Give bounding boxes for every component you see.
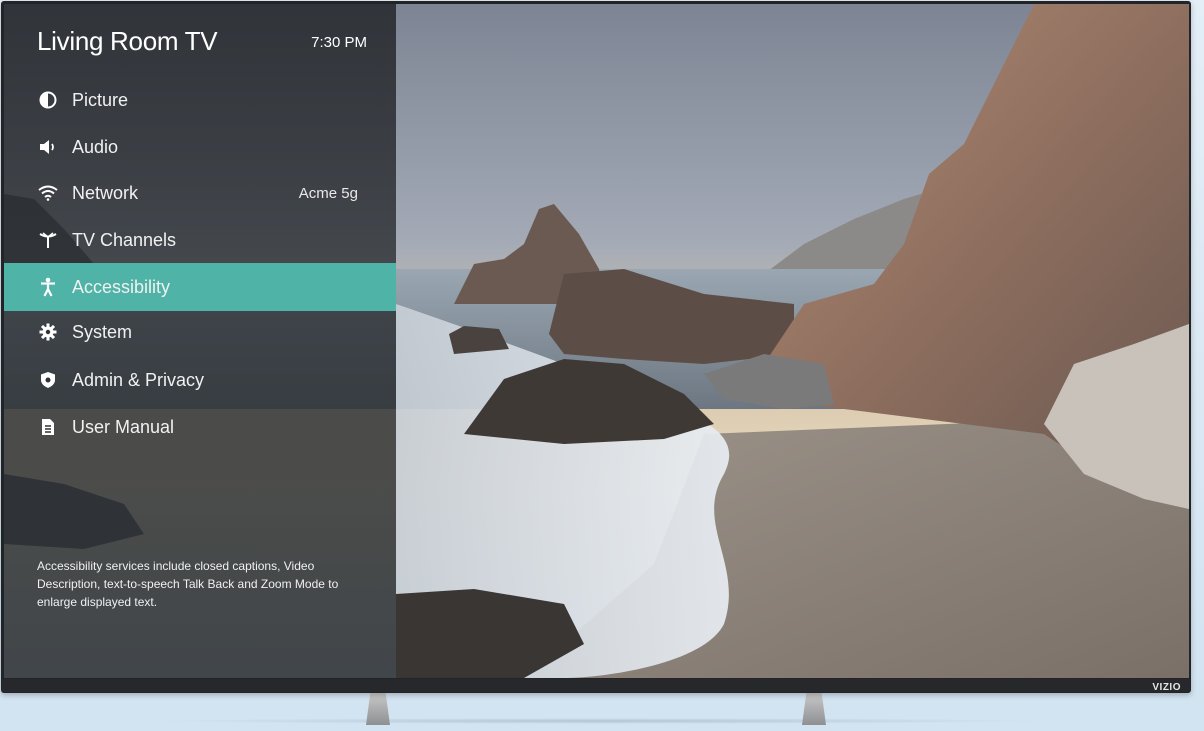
menu-item-audio[interactable]: Audio — [4, 124, 396, 170]
gear-icon — [38, 322, 58, 342]
clock: 7:30 PM — [311, 34, 367, 51]
menu-item-label: Audio — [72, 136, 119, 157]
menu-item-accessibility[interactable]: Accessibility — [4, 263, 396, 311]
menu-item-label: TV Channels — [72, 229, 177, 250]
tv-name-title: Living Room TV — [37, 26, 218, 56]
document-icon — [38, 417, 58, 437]
menu-item-label: Admin & Privacy — [72, 369, 205, 390]
menu-item-label: System — [72, 321, 133, 342]
accessibility-description: Accessibility services include closed ca… — [37, 559, 339, 609]
floor-shadow — [150, 718, 1050, 724]
menu-header: Living Room TV 7:30 PM — [37, 26, 367, 62]
menu-item-network[interactable]: Network Acme 5g — [4, 170, 396, 216]
brand-logo: VIZIO — [1152, 682, 1181, 693]
menu-item-system[interactable]: System — [4, 309, 396, 355]
tv-bottom-bezel: VIZIO — [2, 679, 1190, 693]
menu-item-label: Network — [72, 182, 139, 203]
shield-icon — [38, 370, 58, 390]
settings-menu-panel: Living Room TV 7:30 PM Picture Audio Net… — [4, 4, 396, 678]
menu-item-user-manual[interactable]: User Manual — [4, 404, 396, 450]
menu-item-admin-privacy[interactable]: Admin & Privacy — [4, 357, 396, 403]
wifi-icon — [38, 183, 58, 203]
menu-item-label: User Manual — [72, 416, 175, 437]
accessibility-icon — [38, 277, 58, 297]
speaker-icon — [38, 137, 58, 157]
menu-item-tv-channels[interactable]: TV Channels — [4, 217, 396, 263]
menu-item-label: Accessibility — [72, 276, 171, 297]
contrast-icon — [38, 90, 58, 110]
menu-item-label: Picture — [72, 89, 129, 110]
tv-screen: Living Room TV 7:30 PM Picture Audio Net… — [4, 4, 1189, 678]
antenna-icon — [38, 230, 58, 250]
network-name-value: Acme 5g — [298, 184, 358, 202]
television: Living Room TV 7:30 PM Picture Audio Net… — [1, 1, 1191, 693]
menu-item-picture[interactable]: Picture — [4, 77, 396, 123]
